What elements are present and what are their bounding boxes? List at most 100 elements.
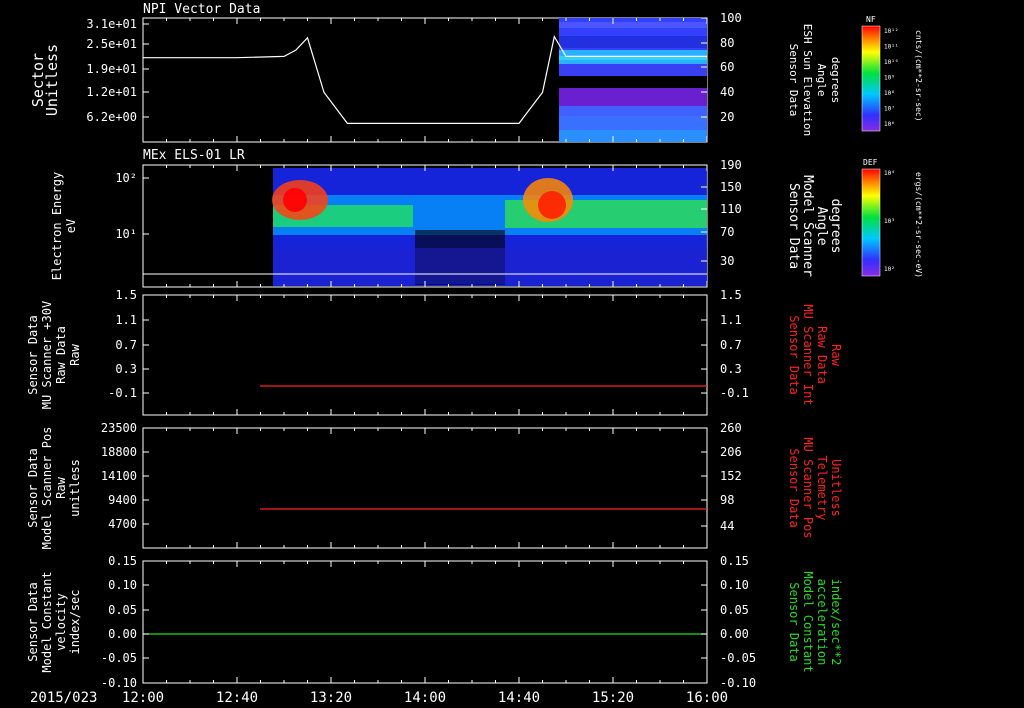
y-tick-label-right: 0.7 bbox=[720, 338, 742, 352]
y-tick-label: 1.1 bbox=[115, 313, 137, 327]
y-axis-label: velocity bbox=[54, 593, 68, 651]
colorbar-def-tick: 10² bbox=[884, 266, 895, 273]
y-axis-label-right: Raw bbox=[829, 344, 843, 366]
colorbar-def-tick: 10³ bbox=[884, 218, 895, 225]
y-tick-label: -0.1 bbox=[108, 386, 137, 400]
panel-model-constant bbox=[142, 560, 708, 684]
y-tick-label-right: 150 bbox=[720, 180, 742, 194]
y-tick-label-right: 80 bbox=[720, 36, 734, 50]
colorbar-nf-tick: 10¹¹ bbox=[884, 44, 898, 51]
y-tick-label-right: 20 bbox=[720, 110, 734, 124]
y-axis-label: Raw bbox=[68, 343, 82, 365]
y-tick-label-right: 0.10 bbox=[720, 578, 749, 592]
date-label: 2015/023 bbox=[30, 690, 97, 706]
colorbar-nf-tick: 10¹⁰ bbox=[884, 59, 898, 66]
y-axis-label: Sensor Data bbox=[26, 448, 40, 527]
colorbar-ticks: 10¹² 10¹¹ 10¹⁰ 10⁹ 10⁸ 10⁷ 10⁶ 10⁴ 10³ 10² bbox=[884, 28, 898, 273]
y-tick-label-right: 190 bbox=[720, 158, 742, 172]
y-axis-label-right: Sensor Data bbox=[787, 582, 801, 661]
y-tick-label: 14100 bbox=[101, 469, 137, 483]
y-tick-label-right: 260 bbox=[720, 421, 742, 435]
time-tick-label: 15:20 bbox=[592, 690, 634, 706]
y-axis-label-right: Telemetry bbox=[815, 455, 829, 520]
y-tick-label-right: 70 bbox=[720, 225, 734, 239]
y-tick-label-right: 1.5 bbox=[720, 288, 742, 302]
y-axis-label: Model Scanner Pos bbox=[40, 427, 54, 550]
y-tick-label: 0.7 bbox=[115, 338, 137, 352]
y-tick-label: 0.3 bbox=[115, 362, 137, 376]
y-axis-label-right: Unitless bbox=[829, 459, 843, 517]
y-axis-label-right: degrees bbox=[828, 199, 843, 254]
plot-canvas: NPI Vector Data MEx ELS-01 LR 3.1e+012.5… bbox=[26, 2, 923, 706]
y-axis-label-right: Raw Data bbox=[815, 326, 829, 384]
y-tick-label-right: -0.10 bbox=[720, 676, 756, 690]
y-axis-label-right: Sensor Data bbox=[787, 448, 801, 527]
time-tick-label: 14:40 bbox=[498, 690, 540, 706]
y-tick-label-right: 40 bbox=[720, 85, 734, 99]
y-tick-label: 2.5e+01 bbox=[86, 37, 137, 51]
y-axis-label-right: index/sec**2 bbox=[829, 579, 843, 666]
colorbar-def-title: DEF bbox=[863, 158, 878, 167]
y-tick-label-right: 100 bbox=[720, 11, 742, 25]
y-tick-label-right: 0.05 bbox=[720, 603, 749, 617]
y-tick-label: 1.2e+01 bbox=[86, 85, 137, 99]
y-tick-label-right: 44 bbox=[720, 519, 734, 533]
y-tick-label: 23500 bbox=[101, 421, 137, 435]
colorbar-nf-title: NF bbox=[866, 15, 876, 24]
y-tick-label-right: 0.00 bbox=[720, 627, 749, 641]
y-axis-label: Model Constant bbox=[40, 571, 54, 672]
y-tick-label: 1.5 bbox=[115, 288, 137, 302]
panel2-title: MEx ELS-01 LR bbox=[143, 148, 245, 163]
y-tick-label-right: 0.3 bbox=[720, 362, 742, 376]
time-tick-label: 14:00 bbox=[404, 690, 446, 706]
y-tick-label: 3.1e+01 bbox=[86, 17, 137, 31]
y-axis-label-right: acceleration bbox=[815, 579, 829, 666]
time-tick-label: 13:20 bbox=[310, 690, 352, 706]
y-tick-label-right: 0.15 bbox=[720, 554, 749, 568]
y-axis-label-right: Model Scanner bbox=[800, 175, 815, 277]
panel1-spectrogram bbox=[559, 18, 707, 142]
y-axis-label-right: Sensor Data bbox=[787, 44, 800, 117]
y-tick-label-right: -0.05 bbox=[720, 651, 756, 665]
panel-mu-raw bbox=[142, 294, 708, 416]
axis-labels: 3.1e+01 2.5e+01 1.9e+01 1.2e+01 6.2e+00 100 80… bbox=[26, 11, 843, 706]
y-tick-label: 18800 bbox=[101, 445, 137, 459]
y-tick-label: -0.05 bbox=[101, 651, 137, 665]
y-tick-label: 6.2e+00 bbox=[86, 110, 137, 124]
y-axis-label: Raw bbox=[54, 476, 68, 498]
y-axis-label-right: ESH Sun Elevation bbox=[801, 24, 814, 137]
colorbar-nf-tick: 10¹² bbox=[884, 28, 898, 35]
y-axis-label-right: degrees bbox=[829, 57, 842, 103]
y-axis-label-right: MU Scanner Int bbox=[801, 304, 815, 405]
panel4-frame bbox=[142, 427, 708, 549]
y-tick-label-right: 1.1 bbox=[720, 313, 742, 327]
panel5-frame bbox=[142, 560, 708, 684]
y-axis-label: MU Scanner +30V bbox=[40, 301, 54, 409]
y-tick-label: 0.00 bbox=[108, 627, 137, 641]
panel3-frame bbox=[142, 294, 708, 416]
colorbar-def-scale bbox=[861, 168, 881, 277]
y-axis-label: Unitless bbox=[43, 44, 61, 116]
y-axis-label-right: Sensor Data bbox=[786, 183, 801, 269]
colorbar-def-tick: 10⁴ bbox=[884, 170, 895, 177]
y-axis-label-right: MU Scanner Pos bbox=[801, 437, 815, 538]
y-axis-label: unitless bbox=[68, 459, 82, 517]
y-axis-label: index/sec bbox=[68, 589, 82, 654]
y-tick-label-right: 98 bbox=[720, 493, 734, 507]
colorbar-nf-tick: 10⁶ bbox=[884, 121, 895, 128]
y-axis-label: Electron Energy bbox=[50, 172, 64, 280]
y-axis-label-right: Angle bbox=[814, 206, 829, 245]
y-tick-label-right: 206 bbox=[720, 445, 742, 459]
colorbar-nf-tick: 10⁸ bbox=[884, 90, 895, 97]
y-tick-label: 10¹ bbox=[115, 227, 137, 241]
y-tick-label: 0.15 bbox=[108, 554, 137, 568]
y-axis-label: eV bbox=[64, 219, 78, 233]
y-axis-label-right: Angle bbox=[815, 63, 828, 96]
y-axis-label-right: Model Constant bbox=[801, 571, 815, 672]
y-tick-label: 4700 bbox=[108, 517, 137, 531]
panel-scanner-pos bbox=[142, 427, 708, 549]
y-tick-label: 10² bbox=[115, 171, 137, 185]
y-tick-label: 0.10 bbox=[108, 578, 137, 592]
y-axis-label-right: Sensor Data bbox=[787, 315, 801, 394]
panel2-spectrogram bbox=[272, 168, 707, 286]
